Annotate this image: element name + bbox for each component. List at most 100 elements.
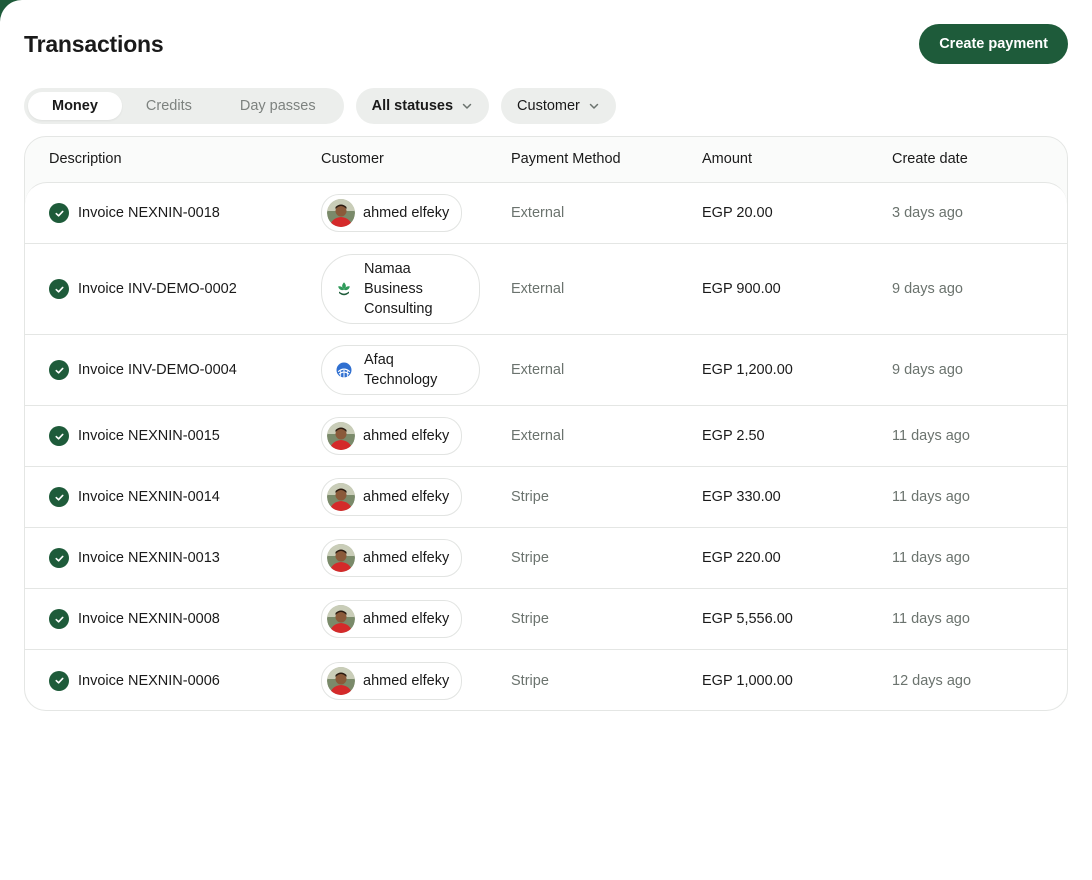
table-row[interactable]: Invoice INV-DEMO-0004 Afaq Technology Ex…: [25, 335, 1067, 406]
leaf-logo-icon: [332, 277, 356, 301]
customer-chip[interactable]: ahmed elfeky: [321, 600, 463, 638]
globe-logo-icon: [332, 358, 356, 382]
customer-chip[interactable]: Afaq Technology: [321, 345, 480, 395]
customer-dropdown[interactable]: Customer: [501, 88, 616, 124]
customer-cell: ahmed elfeky: [321, 478, 463, 516]
create-date: 11 days ago: [892, 611, 970, 627]
person-avatar: [327, 544, 355, 572]
table-row[interactable]: Invoice NEXNIN-0008 ahmed elfeky Stripe …: [25, 589, 1067, 650]
check-circle-icon: [49, 426, 69, 446]
check-circle-icon: [49, 487, 69, 507]
check-circle-icon: [49, 609, 69, 629]
customer-chip[interactable]: ahmed elfeky: [321, 539, 463, 577]
create-date: 3 days ago: [892, 205, 963, 221]
payment-method: External: [511, 428, 565, 444]
customer-chip[interactable]: ahmed elfeky: [321, 194, 463, 232]
customer-cell: ahmed elfeky: [321, 194, 463, 232]
description-text[interactable]: Invoice INV-DEMO-0002: [78, 281, 237, 297]
check-circle-icon: [49, 548, 69, 568]
description-cell: Invoice INV-DEMO-0002: [49, 279, 237, 299]
customer-name: ahmed elfeky: [363, 489, 450, 505]
column-header-customer[interactable]: Customer: [321, 151, 384, 167]
customer-chip[interactable]: ahmed elfeky: [321, 661, 463, 700]
customer-dropdown-label: Customer: [517, 98, 580, 114]
customer-name: ahmed elfeky: [363, 550, 450, 566]
customer-cell: Afaq Technology: [321, 345, 480, 395]
customer-name: ahmed elfeky: [363, 428, 450, 444]
payment-method: External: [511, 205, 565, 221]
table-row[interactable]: Invoice NEXNIN-0015 ahmed elfeky Externa…: [25, 406, 1067, 467]
customer-cell: Namaa Business Consulting: [321, 254, 480, 324]
customer-name: ahmed elfeky: [363, 611, 450, 627]
table-body: Invoice NEXNIN-0018 ahmed elfeky Externa…: [25, 182, 1067, 710]
description-text[interactable]: Invoice NEXNIN-0006: [78, 673, 220, 689]
amount: EGP 1,200.00: [702, 362, 793, 378]
create-date: 9 days ago: [892, 362, 963, 378]
description-cell: Invoice INV-DEMO-0004: [49, 360, 237, 380]
create-payment-button[interactable]: Create payment: [919, 24, 1068, 64]
page-header: Transactions Create payment: [24, 24, 1068, 64]
description-cell: Invoice NEXNIN-0008: [49, 609, 220, 629]
column-header-payment-method[interactable]: Payment Method: [511, 151, 621, 167]
amount: EGP 1,000.00: [702, 672, 793, 689]
create-date: 11 days ago: [892, 428, 970, 444]
description-text[interactable]: Invoice INV-DEMO-0004: [78, 362, 237, 378]
status-dropdown-label: All statuses: [371, 98, 454, 114]
type-segmented-control: Money Credits Day passes: [24, 88, 344, 124]
description-text[interactable]: Invoice NEXNIN-0015: [78, 428, 220, 444]
table-row[interactable]: Invoice NEXNIN-0014 ahmed elfeky Stripe …: [25, 467, 1067, 528]
amount: EGP 220.00: [702, 550, 781, 566]
create-date: 12 days ago: [892, 672, 972, 689]
table-header: Description Customer Payment Method Amou…: [25, 137, 1067, 182]
customer-chip[interactable]: Namaa Business Consulting: [321, 254, 480, 324]
description-cell: Invoice NEXNIN-0018: [49, 203, 220, 223]
transactions-table: Description Customer Payment Method Amou…: [24, 136, 1068, 711]
customer-chip[interactable]: ahmed elfeky: [321, 478, 463, 516]
tab-credits[interactable]: Credits: [122, 92, 216, 120]
person-avatar: [327, 422, 355, 450]
customer-chip[interactable]: ahmed elfeky: [321, 417, 463, 455]
payment-method: Stripe: [511, 672, 549, 689]
check-circle-icon: [49, 279, 69, 299]
amount: EGP 900.00: [702, 281, 781, 297]
check-circle-icon: [49, 203, 69, 223]
create-date: 9 days ago: [892, 281, 963, 297]
check-circle-icon: [49, 360, 69, 380]
person-avatar: [327, 483, 355, 511]
description-text[interactable]: Invoice NEXNIN-0018: [78, 205, 220, 221]
column-header-create-date[interactable]: Create date: [892, 151, 968, 167]
payment-method: Stripe: [511, 550, 549, 566]
description-text[interactable]: Invoice NEXNIN-0008: [78, 611, 220, 627]
table-row[interactable]: Invoice INV-DEMO-0002 Namaa Business Con…: [25, 244, 1067, 335]
column-header-description[interactable]: Description: [49, 151, 122, 167]
tab-money[interactable]: Money: [28, 92, 122, 120]
chevron-down-icon: [589, 103, 599, 109]
description-text[interactable]: Invoice NEXNIN-0014: [78, 489, 220, 505]
check-circle-icon: [49, 670, 69, 691]
customer-name: ahmed elfeky: [363, 205, 450, 221]
amount: EGP 2.50: [702, 428, 765, 444]
page-title: Transactions: [24, 30, 164, 57]
table-row[interactable]: Invoice NEXNIN-0013 ahmed elfeky Stripe …: [25, 528, 1067, 589]
table-row[interactable]: Invoice NEXNIN-0018 ahmed elfeky Externa…: [25, 183, 1067, 244]
create-date: 11 days ago: [892, 489, 970, 505]
description-text[interactable]: Invoice NEXNIN-0013: [78, 550, 220, 566]
column-header-amount[interactable]: Amount: [702, 151, 752, 167]
description-cell: Invoice NEXNIN-0015: [49, 426, 220, 446]
tab-day-passes[interactable]: Day passes: [216, 92, 340, 120]
person-avatar: [327, 199, 355, 227]
chevron-down-icon: [462, 103, 472, 109]
create-date: 11 days ago: [892, 550, 970, 566]
description-cell: Invoice NEXNIN-0006: [49, 670, 220, 691]
filter-bar: Money Credits Day passes All statuses Cu…: [24, 88, 616, 124]
customer-cell: ahmed elfeky: [321, 661, 463, 700]
table-row[interactable]: Invoice NEXNIN-0006 ahmed elfeky Stripe …: [25, 650, 1067, 710]
payment-method: Stripe: [511, 611, 549, 627]
customer-name: ahmed elfeky: [363, 672, 450, 689]
person-avatar: [327, 666, 355, 695]
status-dropdown[interactable]: All statuses: [355, 88, 490, 124]
customer-cell: ahmed elfeky: [321, 417, 463, 455]
customer-cell: ahmed elfeky: [321, 539, 463, 577]
amount: EGP 5,556.00: [702, 611, 793, 627]
payment-method: External: [511, 281, 565, 297]
